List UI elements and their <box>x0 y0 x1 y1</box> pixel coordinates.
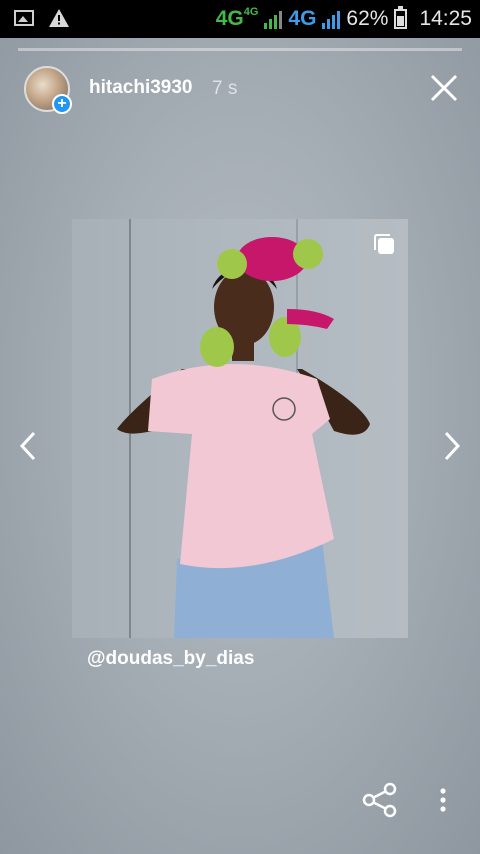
battery-percent: 62% <box>346 7 389 30</box>
add-story-icon[interactable]: + <box>52 94 72 114</box>
warning-icon <box>48 8 70 28</box>
story-progress-bar <box>18 48 462 51</box>
story-timestamp: 7 s <box>212 78 238 99</box>
story-caption[interactable]: @doudas_by_dias <box>87 648 254 670</box>
close-icon[interactable] <box>429 73 459 103</box>
network-type-label-2: 4G <box>288 7 317 30</box>
username[interactable]: hitachi3930 <box>89 77 193 99</box>
chevron-left-icon[interactable] <box>18 430 38 462</box>
battery-icon <box>394 6 408 29</box>
multiple-images-icon <box>372 232 396 256</box>
status-bar: 4G 4G 4G 62% 14:25 <box>0 0 480 38</box>
clock: 14:25 <box>419 7 472 30</box>
image-notification-icon <box>14 10 34 26</box>
signal-icon-2 <box>322 9 341 29</box>
story-photo[interactable] <box>72 219 408 638</box>
more-vertical-icon[interactable] <box>434 786 452 816</box>
signal-icon <box>264 9 283 29</box>
chevron-right-icon[interactable] <box>442 430 462 462</box>
share-icon[interactable] <box>362 782 398 818</box>
network-sub-label: 4G <box>243 6 259 18</box>
network-type-label: 4G <box>215 7 244 30</box>
